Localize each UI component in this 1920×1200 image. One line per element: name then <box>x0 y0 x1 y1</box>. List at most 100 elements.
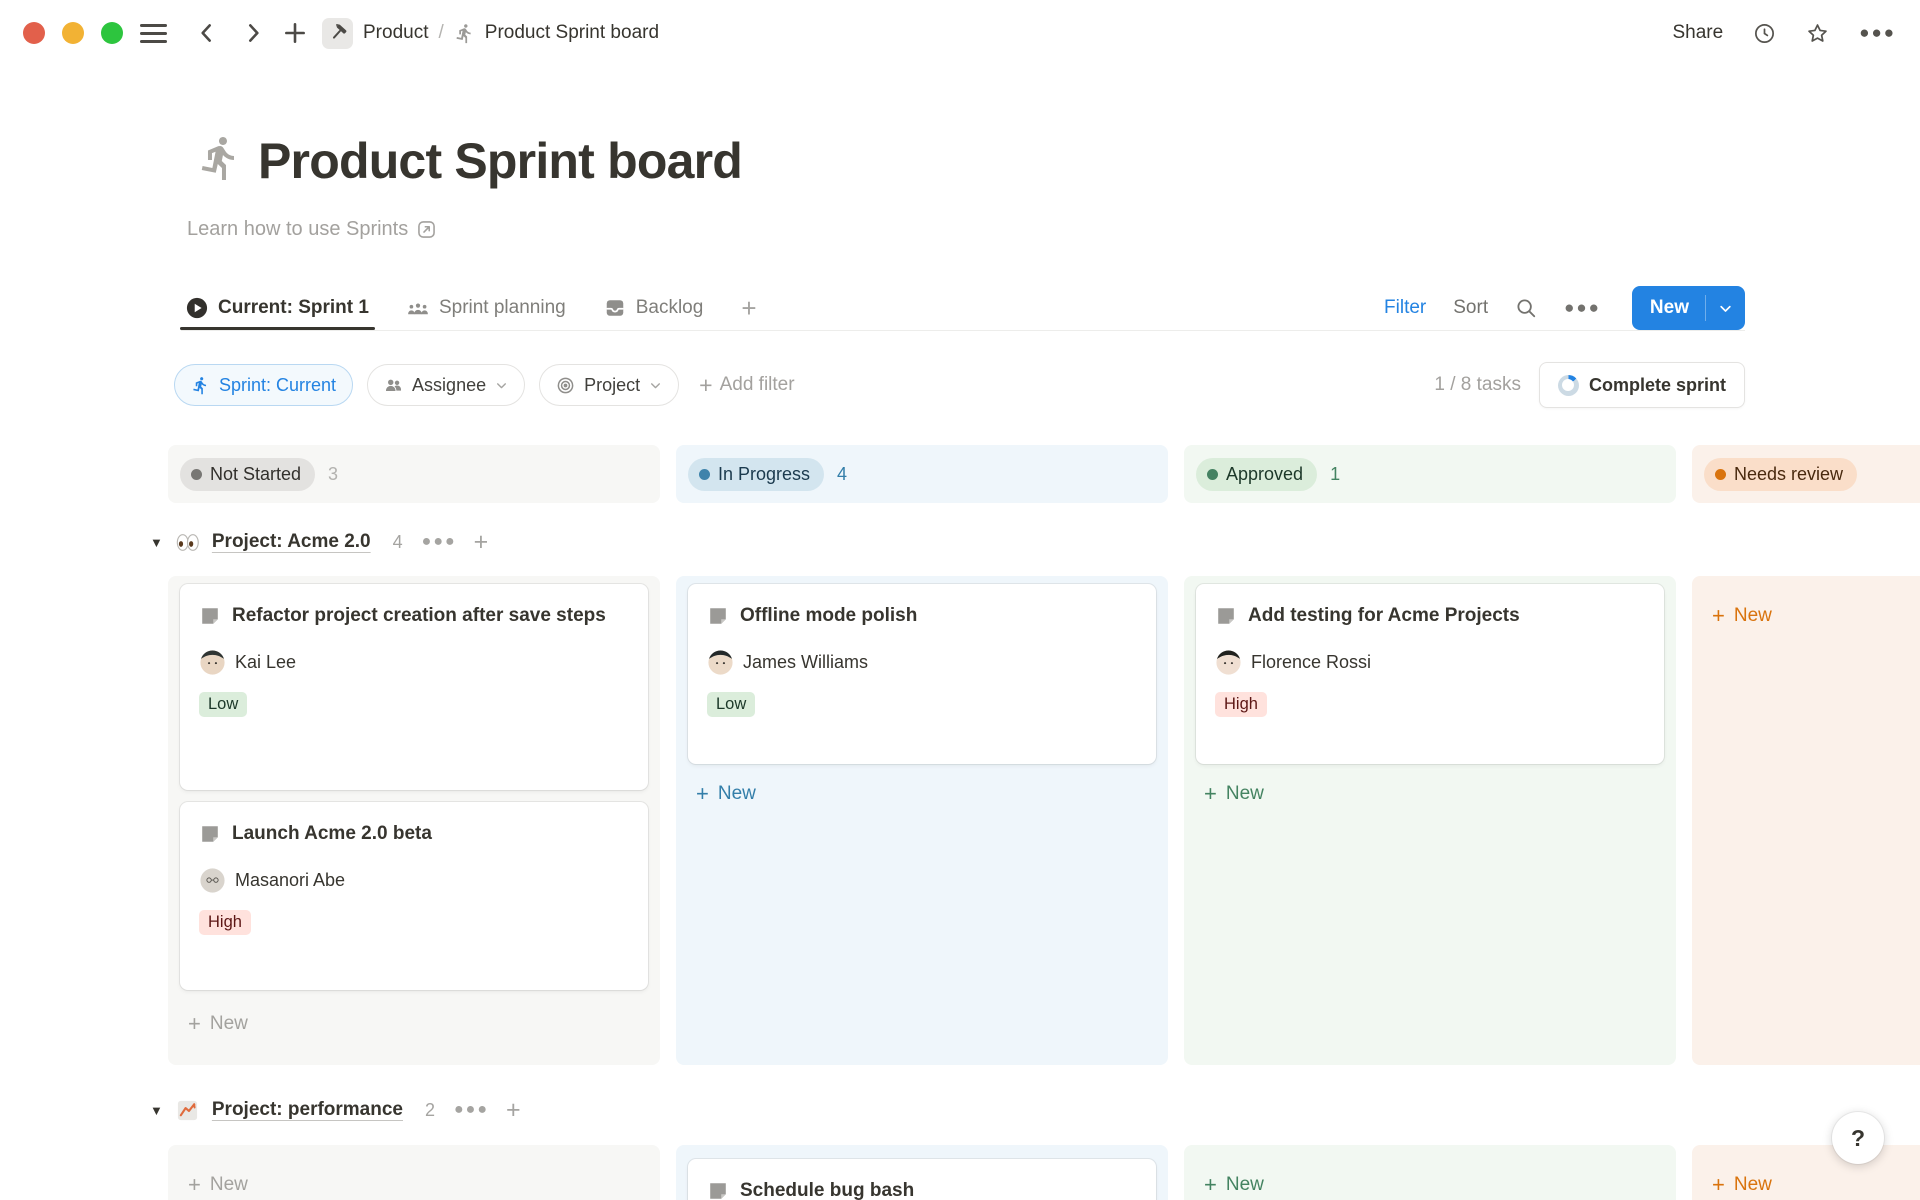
task-card[interactable]: Launch Acme 2.0 beta Masanori Abe High <box>180 802 648 990</box>
help-button[interactable]: ? <box>1832 1112 1884 1164</box>
assignee-filter-pill[interactable]: Assignee <box>367 364 525 406</box>
column-count: 1 <box>1330 464 1340 485</box>
share-button[interactable]: Share <box>1672 22 1723 44</box>
filter-button[interactable]: Filter <box>1384 297 1426 319</box>
tab-label: Backlog <box>636 297 704 319</box>
runner-icon <box>191 376 210 395</box>
board-cell-needs-review-performance: +New <box>1692 1145 1920 1200</box>
new-label: New <box>1226 783 1264 805</box>
page-title[interactable]: Product Sprint board <box>258 132 742 190</box>
card-title: Launch Acme 2.0 beta <box>232 819 432 849</box>
breadcrumb-teamspace[interactable]: Product <box>363 22 428 44</box>
learn-sprints-label: Learn how to use Sprints <box>187 218 408 241</box>
assignee-name: Florence Rossi <box>1251 652 1371 673</box>
collapse-triangle-icon[interactable]: ▼ <box>150 535 163 550</box>
new-task-button[interactable]: New <box>1632 286 1745 330</box>
add-view-plus-icon[interactable]: + <box>741 295 756 321</box>
forward-arrow-icon[interactable] <box>240 20 266 46</box>
zoom-window-button[interactable] <box>101 22 123 44</box>
new-card-button[interactable]: + New <box>1196 774 1664 814</box>
task-progress-label: 1 / 8 tasks <box>1434 374 1521 396</box>
status-label: Not Started <box>210 464 301 485</box>
card-assignee: Masanori Abe <box>199 868 629 893</box>
task-card[interactable]: Refactor project creation after save ste… <box>180 584 648 790</box>
complete-sprint-button[interactable]: Complete sprint <box>1539 362 1745 408</box>
group-count: 2 <box>425 1100 435 1121</box>
priority-tag: Low <box>199 692 247 717</box>
new-card-button[interactable]: +New <box>180 1165 648 1200</box>
sidebar-menu-icon[interactable] <box>140 24 167 43</box>
group-add-icon[interactable]: + <box>506 1098 521 1123</box>
tab-backlog[interactable]: Backlog <box>604 297 704 319</box>
avatar <box>200 868 225 893</box>
inbox-icon <box>604 297 626 319</box>
priority-tag: High <box>1215 692 1267 717</box>
plus-icon: + <box>1712 1174 1725 1196</box>
back-arrow-icon[interactable] <box>194 20 220 46</box>
new-card-button[interactable]: +New <box>1704 596 1920 636</box>
more-options-icon[interactable]: ●●● <box>1859 23 1896 43</box>
new-button-label: New <box>1632 297 1705 319</box>
tab-current-sprint[interactable]: Current: Sprint 1 <box>186 297 369 319</box>
window-controls <box>23 22 123 44</box>
group-add-icon[interactable]: + <box>474 530 489 555</box>
task-card[interactable]: Add testing for Acme Projects Florence R… <box>1196 584 1664 764</box>
group-more-icon[interactable]: ●●● <box>422 533 457 551</box>
minimize-window-button[interactable] <box>62 22 84 44</box>
sort-button[interactable]: Sort <box>1453 297 1488 319</box>
new-label: New <box>1226 1174 1264 1196</box>
add-filter-button[interactable]: + Add filter <box>699 374 794 397</box>
sprint-progress-area: 1 / 8 tasks Complete sprint <box>1434 363 1745 407</box>
chevron-down-icon <box>1718 301 1733 316</box>
sprint-filter-pill[interactable]: Sprint: Current <box>174 364 353 406</box>
page-icon <box>199 823 221 845</box>
teamspace-hammer-icon[interactable] <box>322 18 353 49</box>
group-title[interactable]: Project: performance <box>212 1099 403 1121</box>
favorite-star-icon[interactable] <box>1806 22 1829 45</box>
view-more-icon[interactable]: ●●● <box>1564 298 1601 318</box>
column-header-needs-review: Needs review <box>1692 445 1920 503</box>
breadcrumb: Product / Product Sprint board <box>322 0 659 66</box>
project-filter-pill[interactable]: Project <box>539 364 679 406</box>
new-card-button[interactable]: +New <box>688 774 1156 814</box>
notion-window: Product / Product Sprint board Share ●●●… <box>0 0 1920 1200</box>
new-card-button[interactable]: +New <box>1704 1165 1920 1200</box>
new-label: New <box>210 1174 248 1196</box>
filter-bar: Sprint: Current Assignee Project + Add f… <box>174 363 795 407</box>
new-card-button[interactable]: +New <box>180 1004 648 1044</box>
status-pill-approved[interactable]: Approved <box>1196 458 1317 491</box>
clock-history-icon[interactable] <box>1753 22 1776 45</box>
priority-tag: High <box>199 910 251 935</box>
tab-sprint-planning[interactable]: Sprint planning <box>407 297 566 319</box>
status-pill-needs-review[interactable]: Needs review <box>1704 458 1857 491</box>
new-card-button[interactable]: +New <box>1196 1165 1664 1200</box>
close-window-button[interactable] <box>23 22 45 44</box>
new-tab-plus-icon[interactable] <box>282 20 308 46</box>
page-icon <box>199 605 221 627</box>
breadcrumb-page[interactable]: Product Sprint board <box>485 22 659 44</box>
status-pill-in-progress[interactable]: In Progress <box>688 458 824 491</box>
runner-icon <box>454 23 475 44</box>
collapse-triangle-icon[interactable]: ▼ <box>150 1103 163 1118</box>
new-label: New <box>210 1013 248 1035</box>
plus-icon: + <box>1204 783 1217 805</box>
task-card[interactable]: Offline mode polish James Williams Low <box>688 584 1156 764</box>
status-dot <box>1207 469 1218 480</box>
group-count: 4 <box>393 532 403 553</box>
new-label: New <box>718 783 756 805</box>
new-button-chevron[interactable] <box>1706 301 1745 316</box>
plus-icon: + <box>699 374 712 397</box>
search-icon[interactable] <box>1515 297 1537 319</box>
assignee-filter-label: Assignee <box>412 375 486 396</box>
chevron-down-icon <box>649 379 662 392</box>
group-title[interactable]: Project: Acme 2.0 <box>212 531 371 553</box>
status-pill-not-started[interactable]: Not Started <box>180 458 315 491</box>
group-header-performance: ▼ Project: performance 2 ●●● + <box>150 1092 521 1128</box>
task-card[interactable]: Schedule bug bash <box>688 1159 1156 1200</box>
card-assignee: James Williams <box>707 650 1137 675</box>
learn-sprints-link[interactable]: Learn how to use Sprints <box>187 218 437 241</box>
view-tabs: Current: Sprint 1 Sprint planning Backlo… <box>186 286 757 330</box>
page-runner-icon[interactable] <box>196 134 244 182</box>
group-more-icon[interactable]: ●●● <box>454 1101 489 1119</box>
board-cell-approved-performance: +New <box>1184 1145 1676 1200</box>
